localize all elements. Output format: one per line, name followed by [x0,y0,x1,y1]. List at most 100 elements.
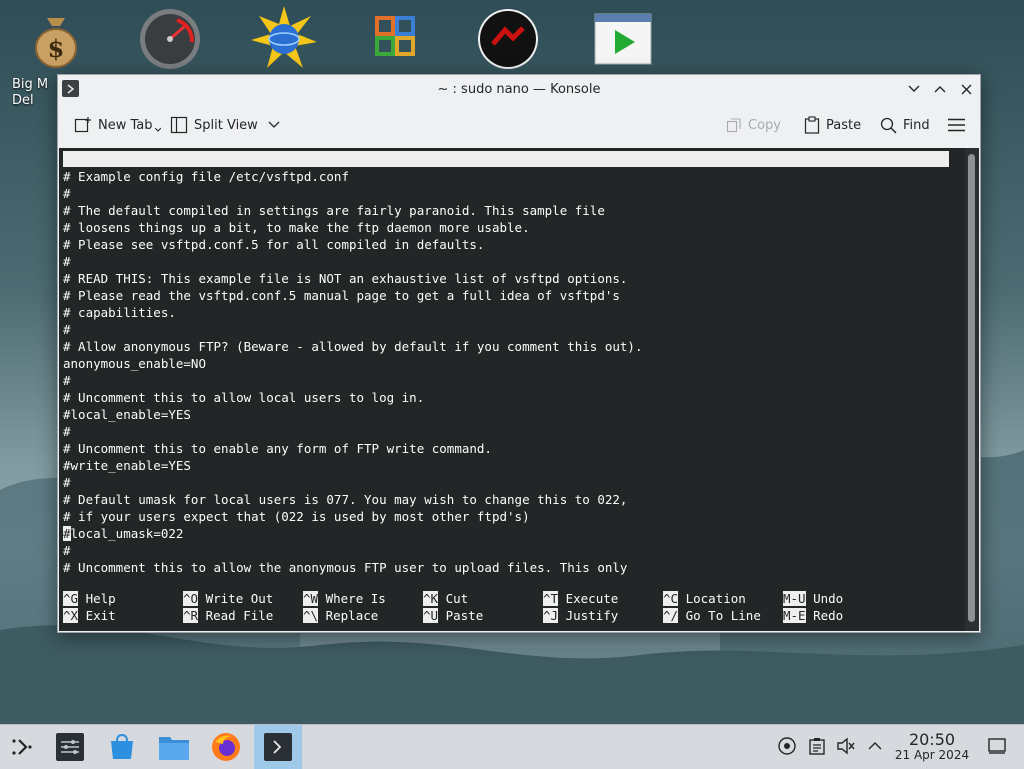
terminal-icon [264,733,292,761]
copy-button[interactable]: Copy [726,111,781,139]
nano-line: #write_enable=YES [63,458,191,473]
find-label: Find [903,117,930,133]
taskbar-firefox-button[interactable] [208,729,244,765]
shortcut-label: Execute [558,591,619,606]
svg-text:$: $ [48,34,65,63]
window-titlebar[interactable]: ~ : sudo nano — Konsole [58,75,980,103]
taskbar: 20:50 21 Apr 2024 [0,724,1024,769]
terminal-area[interactable]: GNU nano 7.2 /etc/vsftpd.conf # Example … [59,148,965,631]
nano-line: # [63,424,71,439]
desktop-icon-sun-globe[interactable] [244,6,324,78]
shortcut-label: Write Out [198,591,274,606]
tray-volume-button[interactable] [835,735,857,757]
office-suite-icon [375,16,415,56]
nano-shortcut: ^C Location [663,590,746,607]
clock-time[interactable]: 20:50 [902,730,962,749]
new-tab-label: New Tab [98,117,153,133]
shortcut-key: ^W [303,591,319,606]
find-button[interactable]: Find [880,111,930,139]
shortcut-label: Undo [805,591,844,606]
shortcut-label: Location [678,591,746,606]
terminal-scrollbar[interactable] [965,148,979,631]
shortcut-label: Redo [805,608,844,623]
shortcut-key: ^U [423,608,439,623]
shortcut-label: Paste [438,608,484,623]
chevron-up-icon [868,742,882,750]
desktop-icon-red-app[interactable] [468,6,548,78]
tray-network-icon-button[interactable] [776,735,798,757]
nano-line: # [63,254,71,269]
nano-line: # capabilities. [63,305,176,320]
search-icon [880,117,897,134]
shortcut-key: ^C [663,591,679,606]
network-status-icon [778,737,796,755]
shortcut-label: Read File [198,608,274,623]
paste-icon [804,116,820,134]
hamburger-menu-icon [948,118,965,132]
nano-shortcut: ^W Where Is [303,590,386,607]
maximize-button[interactable] [930,79,950,99]
nano-line: # [63,543,71,558]
nano-shortcut: ^O Write Out [183,590,273,607]
chevron-up-icon [934,86,946,93]
shortcut-label: Cut [438,591,469,606]
small-arrow-icon [154,127,161,132]
shortcut-key: M-U [783,591,806,606]
new-tab-button[interactable]: New Tab [74,111,161,139]
desktop-icon-office[interactable] [356,6,436,78]
folder-icon [159,737,189,760]
nano-shortcut: M-E Redo [783,607,843,624]
show-desktop-button[interactable] [986,735,1008,757]
nano-shortcut: ^\ Replace [303,607,378,624]
desktop-icon-gauge[interactable] [130,6,210,78]
nano-line: # Example config file /etc/vsftpd.conf [63,169,349,184]
nano-line: #local_enable=YES [63,407,191,422]
taskbar-discover-button[interactable] [104,729,140,765]
nano-line: # [63,322,71,337]
nano-line: # if your users expect that (022 is used… [63,509,530,524]
split-view-label: Split View [194,117,258,133]
desktop-icon-money[interactable]: $ [16,6,96,78]
nano-line: # Uncomment this to enable any form of F… [63,441,492,456]
show-desktop-icon [988,738,1006,754]
nano-line: # Default umask for local users is 077. … [63,492,628,507]
nano-line: # The default compiled in settings are f… [63,203,605,218]
volume-muted-icon [837,737,855,755]
clock-date[interactable]: 21 Apr 2024 [888,748,976,762]
nano-line: # Please see vsftpd.conf.5 for all compi… [63,237,485,252]
nano-line: anonymous_enable=NO [63,356,206,371]
new-tab-icon [74,117,91,133]
nano-shortcut: ^K Cut [423,590,468,607]
split-view-button[interactable]: Split View [170,111,286,139]
taskbar-konsole-button[interactable] [254,725,302,769]
nano-line: # READ THIS: This example file is NOT an… [63,271,628,286]
shortcut-key: ^\ [303,608,319,623]
nano-line: # Uncomment this to allow the anonymous … [63,560,628,575]
scrollbar-thumb[interactable] [968,154,975,622]
konsole-app-icon[interactable] [62,80,79,97]
copy-label: Copy [748,117,781,133]
konsole-toolbar: New Tab Split View Copy Paste Find [58,103,980,148]
taskbar-settings-button[interactable] [52,729,88,765]
app-launcher-icon [12,739,32,755]
desktop-icon-media-player[interactable] [582,6,662,78]
tray-clipboard-button[interactable] [806,735,828,757]
shortcut-label: Replace [318,608,379,623]
nano-line: # [63,186,71,201]
sun-globe-icon [251,6,317,68]
nano-line: #local_umask=022 [63,526,184,541]
minimize-button[interactable] [904,79,924,99]
shortcut-label: Where Is [318,591,386,606]
close-button[interactable] [956,79,976,99]
tray-expand-button[interactable] [864,735,886,757]
nano-shortcut: M-U Undo [783,590,843,607]
nano-line: # [63,373,71,388]
shortcut-label: Go To Line [678,608,761,623]
nano-line: # Uncomment this to allow local users to… [63,390,425,405]
taskbar-files-button[interactable] [156,729,192,765]
paste-button[interactable]: Paste [804,111,861,139]
nano-shortcut: ^G Help [63,590,116,607]
money-bag-icon: $ [35,18,77,68]
application-launcher-button[interactable] [4,729,40,765]
hamburger-menu-button[interactable] [948,111,971,139]
